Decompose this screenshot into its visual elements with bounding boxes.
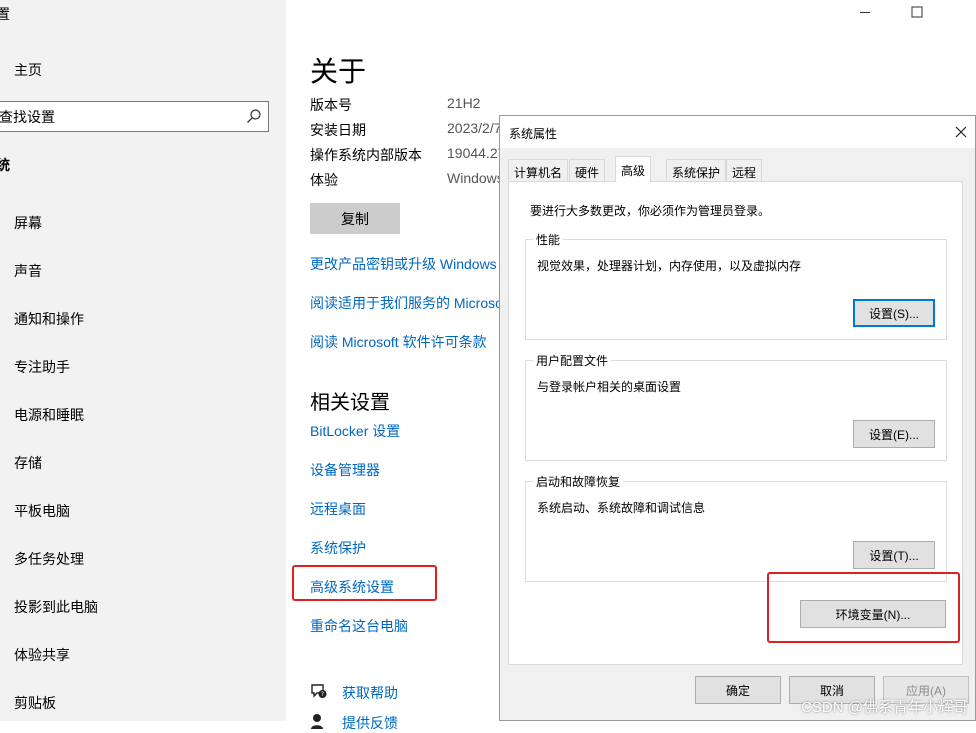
group-startup-recovery-desc: 系统启动、系统故障和调试信息 bbox=[537, 501, 706, 515]
startup-recovery-settings-button[interactable]: 设置(T)... bbox=[853, 541, 935, 569]
nav-item-sound[interactable]: 声音 bbox=[14, 261, 42, 281]
nav-section-title: 统 bbox=[0, 157, 10, 173]
related-settings-title: 相关设置 bbox=[310, 392, 390, 414]
nav-item-focus-assist[interactable]: 专注助手 bbox=[14, 357, 70, 377]
nav-item-shared-experiences[interactable]: 体验共享 bbox=[14, 645, 70, 665]
performance-settings-button[interactable]: 设置(S)... bbox=[853, 299, 935, 327]
maximize-icon[interactable] bbox=[909, 4, 925, 20]
link-change-product-key[interactable]: 更改产品密钥或升级 Windows bbox=[310, 254, 497, 274]
nav-item-display[interactable]: 屏幕 bbox=[14, 213, 42, 233]
search-icon[interactable] bbox=[246, 108, 262, 124]
spec-value-install-date: 2023/2/7 bbox=[447, 120, 502, 136]
nav-home[interactable]: 主页 bbox=[14, 60, 42, 80]
page-title: 关于 bbox=[310, 56, 367, 87]
nav-item-multitasking[interactable]: 多任务处理 bbox=[14, 549, 84, 569]
copy-button[interactable]: 复制 bbox=[310, 203, 400, 234]
group-startup-recovery-title: 启动和故障恢复 bbox=[533, 473, 624, 490]
spec-label-experience: 体验 bbox=[310, 172, 338, 188]
link-system-protection[interactable]: 系统保护 bbox=[310, 538, 366, 558]
nav-item-projecting[interactable]: 投影到此电脑 bbox=[14, 597, 98, 617]
dialog-titlebar[interactable]: 系统属性 bbox=[500, 116, 975, 148]
link-device-manager[interactable]: 设备管理器 bbox=[310, 460, 380, 480]
tab-hardware[interactable]: 硬件 bbox=[569, 159, 606, 181]
tab-advanced[interactable]: 高级 bbox=[615, 156, 652, 182]
window-title-partial: 置 bbox=[0, 6, 10, 22]
group-user-profiles-title: 用户配置文件 bbox=[533, 352, 612, 369]
tab-computer-name[interactable]: 计算机名 bbox=[508, 159, 569, 181]
group-user-profiles: 用户配置文件 与登录帐户相关的桌面设置 设置(E)... bbox=[525, 352, 947, 461]
svg-text:?: ? bbox=[321, 691, 324, 698]
group-startup-recovery: 启动和故障恢复 系统启动、系统故障和调试信息 设置(T)... bbox=[525, 473, 947, 582]
help-chat-icon: ? bbox=[311, 684, 327, 698]
tab-remote[interactable]: 远程 bbox=[726, 159, 763, 181]
nav-item-storage[interactable]: 存储 bbox=[14, 453, 42, 473]
link-license-terms[interactable]: 阅读 Microsoft 软件许可条款 bbox=[310, 332, 487, 352]
dialog-title: 系统属性 bbox=[509, 127, 558, 141]
link-services-agreement[interactable]: 阅读适用于我们服务的 Microsoft bbox=[310, 293, 511, 313]
tab-system-protection[interactable]: 系统保护 bbox=[666, 159, 727, 181]
link-bitlocker[interactable]: BitLocker 设置 bbox=[310, 421, 400, 441]
nav-item-power-sleep[interactable]: 电源和睡眠 bbox=[14, 405, 84, 425]
group-user-profiles-desc: 与登录帐户相关的桌面设置 bbox=[537, 380, 682, 394]
nav-item-notifications[interactable]: 通知和操作 bbox=[14, 309, 84, 329]
user-profiles-settings-button[interactable]: 设置(E)... bbox=[853, 420, 935, 448]
link-get-help[interactable]: 获取帮助 bbox=[342, 683, 398, 703]
spec-label-os-build: 操作系统内部版本 bbox=[310, 147, 422, 163]
link-rename-pc[interactable]: 重命名这台电脑 bbox=[310, 616, 408, 636]
minimize-icon[interactable] bbox=[857, 4, 873, 20]
group-performance-title: 性能 bbox=[533, 231, 564, 248]
spec-label-version: 版本号 bbox=[310, 97, 352, 113]
spec-value-experience: Windows bbox=[447, 170, 504, 186]
spec-label-install-date: 安装日期 bbox=[310, 122, 366, 138]
group-performance: 性能 视觉效果，处理器计划，内存使用，以及虚拟内存 设置(S)... bbox=[525, 231, 947, 340]
settings-nav-pane: 置 主页 统 屏幕 声音 通知和操作 专注助手 电源和睡眠 存储 平板电脑 多任… bbox=[0, 0, 286, 721]
ok-button[interactable]: 确定 bbox=[695, 676, 781, 704]
spec-value-os-build: 19044.27 bbox=[447, 145, 506, 161]
link-remote-desktop[interactable]: 远程桌面 bbox=[310, 499, 366, 519]
search-input[interactable] bbox=[0, 102, 229, 131]
admin-note: 要进行大多数更改，你必须作为管理员登录。 bbox=[530, 204, 771, 218]
watermark: CSDN @佛系青年小辉哥 bbox=[801, 699, 968, 716]
group-performance-desc: 视觉效果，处理器计划，内存使用，以及虚拟内存 bbox=[537, 259, 802, 273]
feedback-icon bbox=[311, 714, 323, 729]
nav-item-tablet[interactable]: 平板电脑 bbox=[14, 501, 70, 521]
highlight-box-advanced-settings bbox=[292, 565, 437, 601]
settings-search-box[interactable] bbox=[0, 101, 269, 132]
close-icon[interactable] bbox=[951, 122, 971, 142]
spec-value-version: 21H2 bbox=[447, 95, 481, 111]
link-give-feedback[interactable]: 提供反馈 bbox=[342, 713, 398, 733]
nav-item-clipboard[interactable]: 剪贴板 bbox=[14, 693, 56, 713]
highlight-box-env-variables bbox=[767, 572, 960, 643]
